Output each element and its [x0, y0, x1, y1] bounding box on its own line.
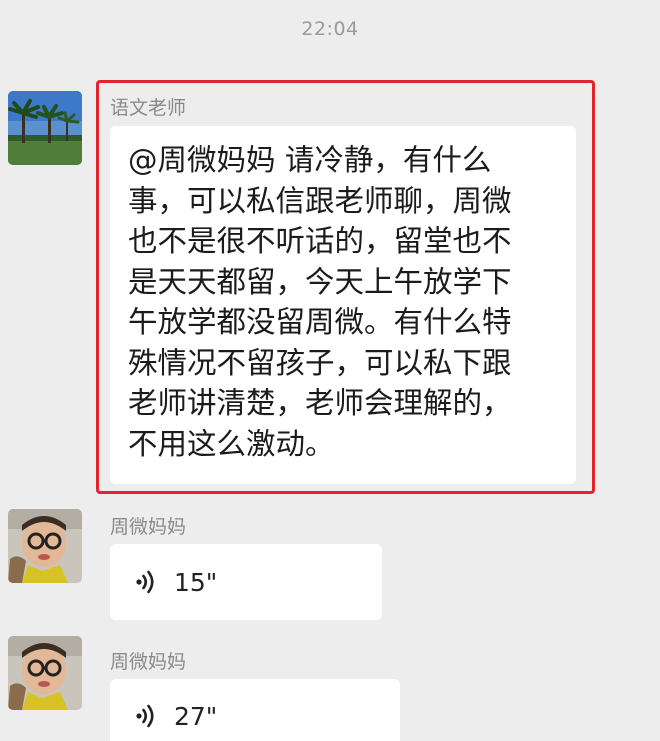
palm-tree-photo-icon	[8, 91, 82, 165]
voice-duration: 15"	[174, 567, 218, 597]
message-timestamp: 22:04	[301, 18, 359, 40]
text-message-bubble[interactable]: @周微妈妈 请冷静，有什么 事，可以私信跟老师聊，周微 也不是很不听话的，留堂也…	[110, 126, 576, 484]
child-with-glasses-icon	[8, 636, 82, 710]
voice-wave-icon	[134, 569, 160, 595]
sender-name: 周微妈妈	[110, 516, 187, 538]
child-with-glasses-icon	[8, 509, 82, 583]
voice-message-bubble[interactable]: 27"	[110, 679, 400, 741]
sender-name: 周微妈妈	[110, 651, 187, 673]
sender-name: 语文老师	[110, 97, 187, 119]
voice-message-bubble[interactable]: 15"	[110, 544, 382, 620]
parent-avatar[interactable]	[8, 509, 82, 583]
voice-duration: 27"	[174, 701, 218, 731]
voice-wave-icon	[134, 703, 160, 729]
parent-avatar[interactable]	[8, 636, 82, 710]
teacher-avatar[interactable]	[8, 91, 82, 165]
